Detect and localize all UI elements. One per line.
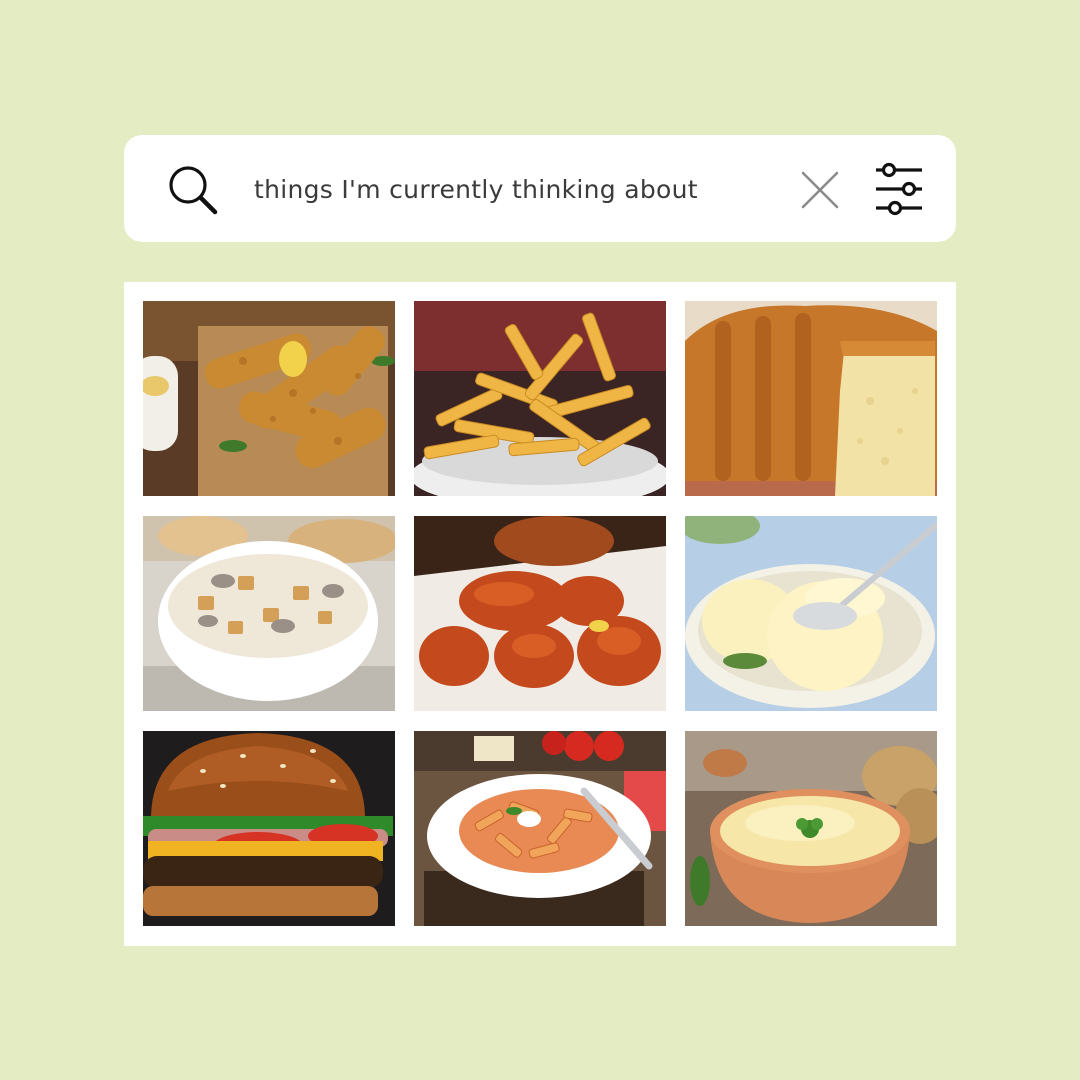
sliders-icon[interactable] xyxy=(872,160,926,218)
clam-chowder-image[interactable] xyxy=(143,516,395,711)
mashed-potatoes-image[interactable] xyxy=(685,731,937,926)
search-icon xyxy=(169,166,218,215)
buffalo-wings-image[interactable] xyxy=(414,516,666,711)
cheeseburger-image[interactable] xyxy=(143,731,395,926)
search-input[interactable]: things I'm currently thinking about xyxy=(254,170,698,210)
close-icon[interactable] xyxy=(800,170,840,210)
pound-cake-image[interactable] xyxy=(685,301,937,496)
vanilla-ice-cream-image[interactable] xyxy=(685,516,937,711)
chicken-tenders-image[interactable] xyxy=(143,301,395,496)
french-fries-image[interactable] xyxy=(414,301,666,496)
penne-pasta-image[interactable] xyxy=(414,731,666,926)
